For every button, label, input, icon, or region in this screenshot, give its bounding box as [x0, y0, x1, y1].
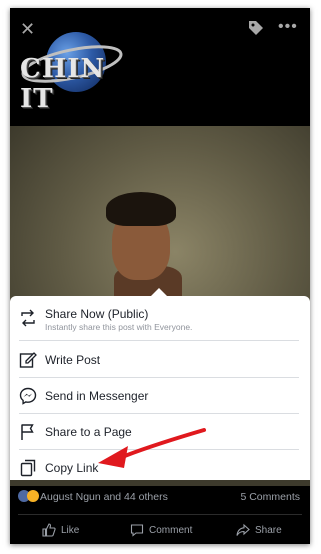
share-now-public-item[interactable]: Share Now (Public) Instantly share this … [10, 298, 310, 336]
share-to-page-item[interactable]: Share to a Page [10, 414, 310, 450]
share-now-sublabel: Instantly share this post with Everyone. [45, 322, 193, 332]
share-icon [236, 523, 250, 536]
post-stats: August Ngun and 44 others 5 Comments [10, 486, 310, 510]
more-options-icon[interactable]: ••• [278, 18, 298, 36]
flag-icon [21, 424, 34, 440]
wow-reaction-icon [27, 490, 39, 502]
share-button[interactable]: Share [236, 520, 282, 540]
write-post-item[interactable]: Write Post [10, 342, 310, 378]
photo-viewer: ✕ ••• CHIN IT Share Now (Public) Instant… [10, 8, 310, 544]
comment-button[interactable]: Comment [130, 520, 192, 540]
compose-icon [19, 352, 37, 368]
logo-text: CHIN IT [20, 54, 106, 114]
like-button[interactable]: Like [42, 520, 79, 540]
reactions-summary[interactable]: August Ngun and 44 others [40, 491, 168, 503]
stats-divider [18, 514, 302, 515]
post-action-bar: Like Comment Share [10, 518, 310, 542]
comment-icon [130, 524, 144, 537]
tag-icon[interactable] [248, 20, 264, 39]
comments-count[interactable]: 5 Comments [240, 491, 300, 503]
copy-link-label: Copy Link [45, 461, 99, 475]
share-label: Share [255, 524, 282, 536]
comment-label: Comment [149, 524, 193, 536]
share-sheet-pointer [151, 288, 167, 296]
like-icon [42, 523, 56, 537]
photo-subject-hair [106, 192, 176, 226]
menu-divider [19, 340, 299, 341]
share-to-page-label: Share to a Page [45, 425, 132, 439]
write-post-label: Write Post [45, 353, 101, 367]
share-now-label: Share Now (Public) [45, 307, 149, 321]
send-in-messenger-label: Send in Messenger [45, 389, 149, 403]
share-sheet: Share Now (Public) Instantly share this … [10, 296, 310, 480]
copy-icon [20, 459, 36, 477]
chin-it-logo: CHIN IT [20, 32, 123, 114]
repost-icon [21, 309, 35, 327]
like-label: Like [61, 524, 80, 536]
copy-link-item[interactable]: Copy Link [10, 450, 310, 486]
send-in-messenger-item[interactable]: Send in Messenger [10, 378, 310, 414]
messenger-icon [19, 387, 37, 405]
